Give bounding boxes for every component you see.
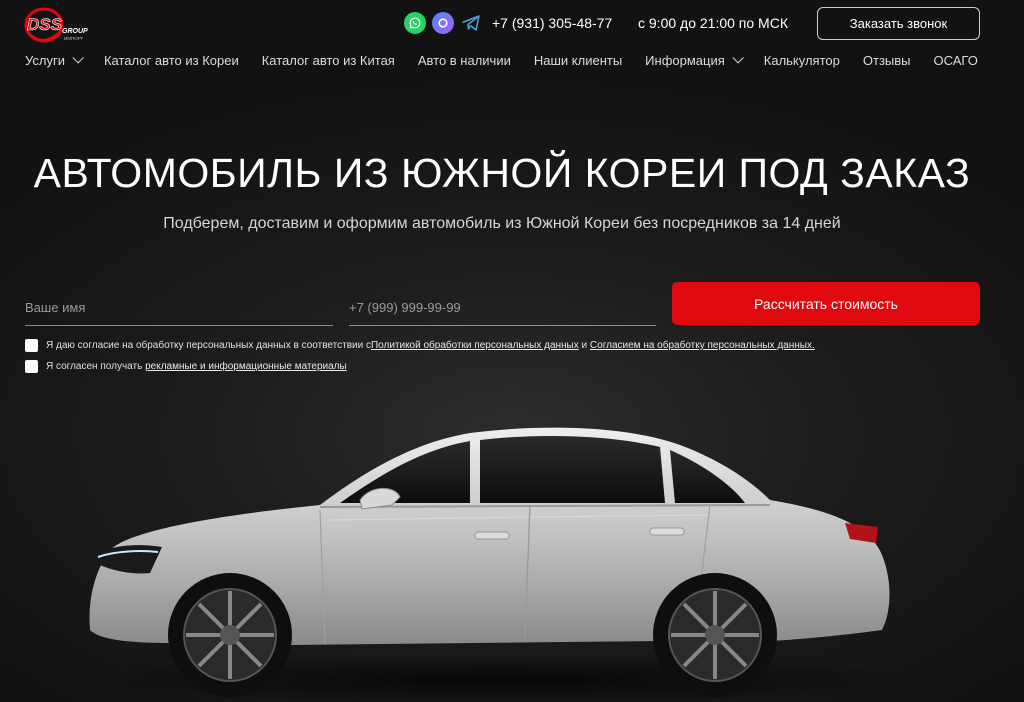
svg-text:DSS: DSS [27, 15, 63, 34]
whatsapp-icon[interactable] [404, 12, 426, 34]
consent-checkbox[interactable] [25, 339, 38, 352]
nav-item-catalog-china[interactable]: Каталог авто из Китая [262, 53, 395, 68]
nav-item-label: Информация [645, 52, 725, 68]
consent-document-link[interactable]: Согласием на обработку персональных данн… [590, 340, 815, 351]
telegram-icon[interactable] [460, 12, 482, 34]
dss-group-logo[interactable]: DSS GROUP ИМПОРТ [24, 6, 94, 44]
calculate-cost-button[interactable]: Рассчитать стоимость [672, 282, 980, 325]
hero-subtitle: Подберем, доставим и оформим автомобиль … [163, 215, 841, 232]
consent-text: Я даю согласие на обработку персональных… [46, 340, 371, 351]
nav-item-reviews[interactable]: Отзывы [863, 53, 911, 68]
name-input[interactable] [25, 290, 333, 325]
nav-item-catalog-korea[interactable]: Каталог авто из Кореи [104, 53, 239, 68]
privacy-policy-link[interactable]: Политикой обработки персональных данных [371, 340, 579, 351]
nav-item-in-stock[interactable]: Авто в наличии [418, 53, 511, 68]
consent-personal-data: Я даю согласие на обработку персональных… [25, 339, 815, 352]
consent-marketing: Я согласен получать рекламные и информац… [25, 360, 347, 373]
marketing-materials-link[interactable]: рекламные и информационные материалы [145, 361, 347, 372]
marketing-checkbox[interactable] [25, 360, 38, 373]
car-image [80, 427, 910, 702]
phone-input[interactable] [349, 290, 656, 325]
hero-title: АВТОМОБИЛЬ ИЗ ЮЖНОЙ КОРЕИ ПОД ЗАКАЗ [33, 150, 971, 196]
page: DSS GROUP ИМПОРТ +7 (931) 305-48-77 с 9:… [0, 0, 1024, 702]
order-callback-button[interactable]: Заказать звонок [817, 7, 980, 40]
marketing-text: Я согласен получать [46, 361, 146, 372]
working-hours: с 9:00 до 21:00 по МСК [638, 15, 788, 31]
name-field [25, 290, 333, 326]
nav-item-clients[interactable]: Наши клиенты [534, 53, 622, 68]
nav-item-label: Услуги [25, 52, 65, 68]
svg-text:ИМПОРТ: ИМПОРТ [64, 36, 84, 41]
consent-and-text: и [578, 340, 590, 351]
site-header: DSS GROUP ИМПОРТ +7 (931) 305-48-77 с 9:… [0, 0, 1024, 78]
nav-item-services[interactable]: Услуги [25, 52, 84, 68]
max-messenger-icon[interactable] [432, 12, 454, 34]
chevron-down-icon [72, 52, 84, 64]
chevron-down-icon [732, 52, 744, 64]
phone-number-link[interactable]: +7 (931) 305-48-77 [492, 15, 612, 31]
contacts-bar: +7 (931) 305-48-77 [404, 11, 612, 35]
nav-item-osago[interactable]: ОСАГО [934, 53, 978, 68]
main-nav: Услуги Каталог авто из Кореи Каталог авт… [25, 51, 978, 69]
phone-field [349, 290, 656, 326]
nav-item-calculator[interactable]: Калькулятор [764, 53, 840, 68]
svg-text:GROUP: GROUP [62, 28, 88, 35]
nav-item-information[interactable]: Информация [645, 52, 744, 68]
